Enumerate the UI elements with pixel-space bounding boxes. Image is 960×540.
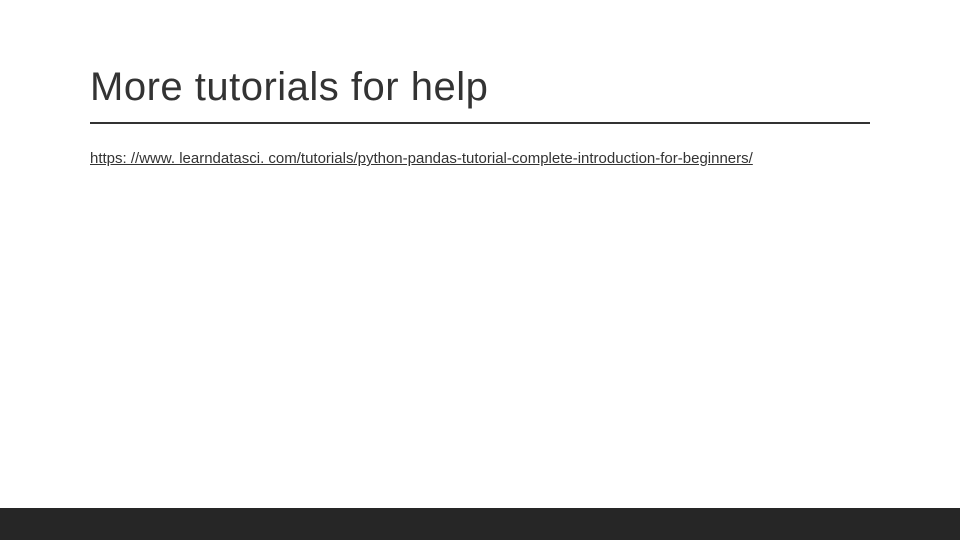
slide-container: More tutorials for help https: //www. le… [0, 0, 960, 540]
title-divider [90, 122, 870, 124]
footer-bar [0, 508, 960, 540]
tutorial-link[interactable]: https: //www. learndatasci. com/tutorial… [90, 148, 753, 171]
slide-title: More tutorials for help [90, 65, 870, 110]
